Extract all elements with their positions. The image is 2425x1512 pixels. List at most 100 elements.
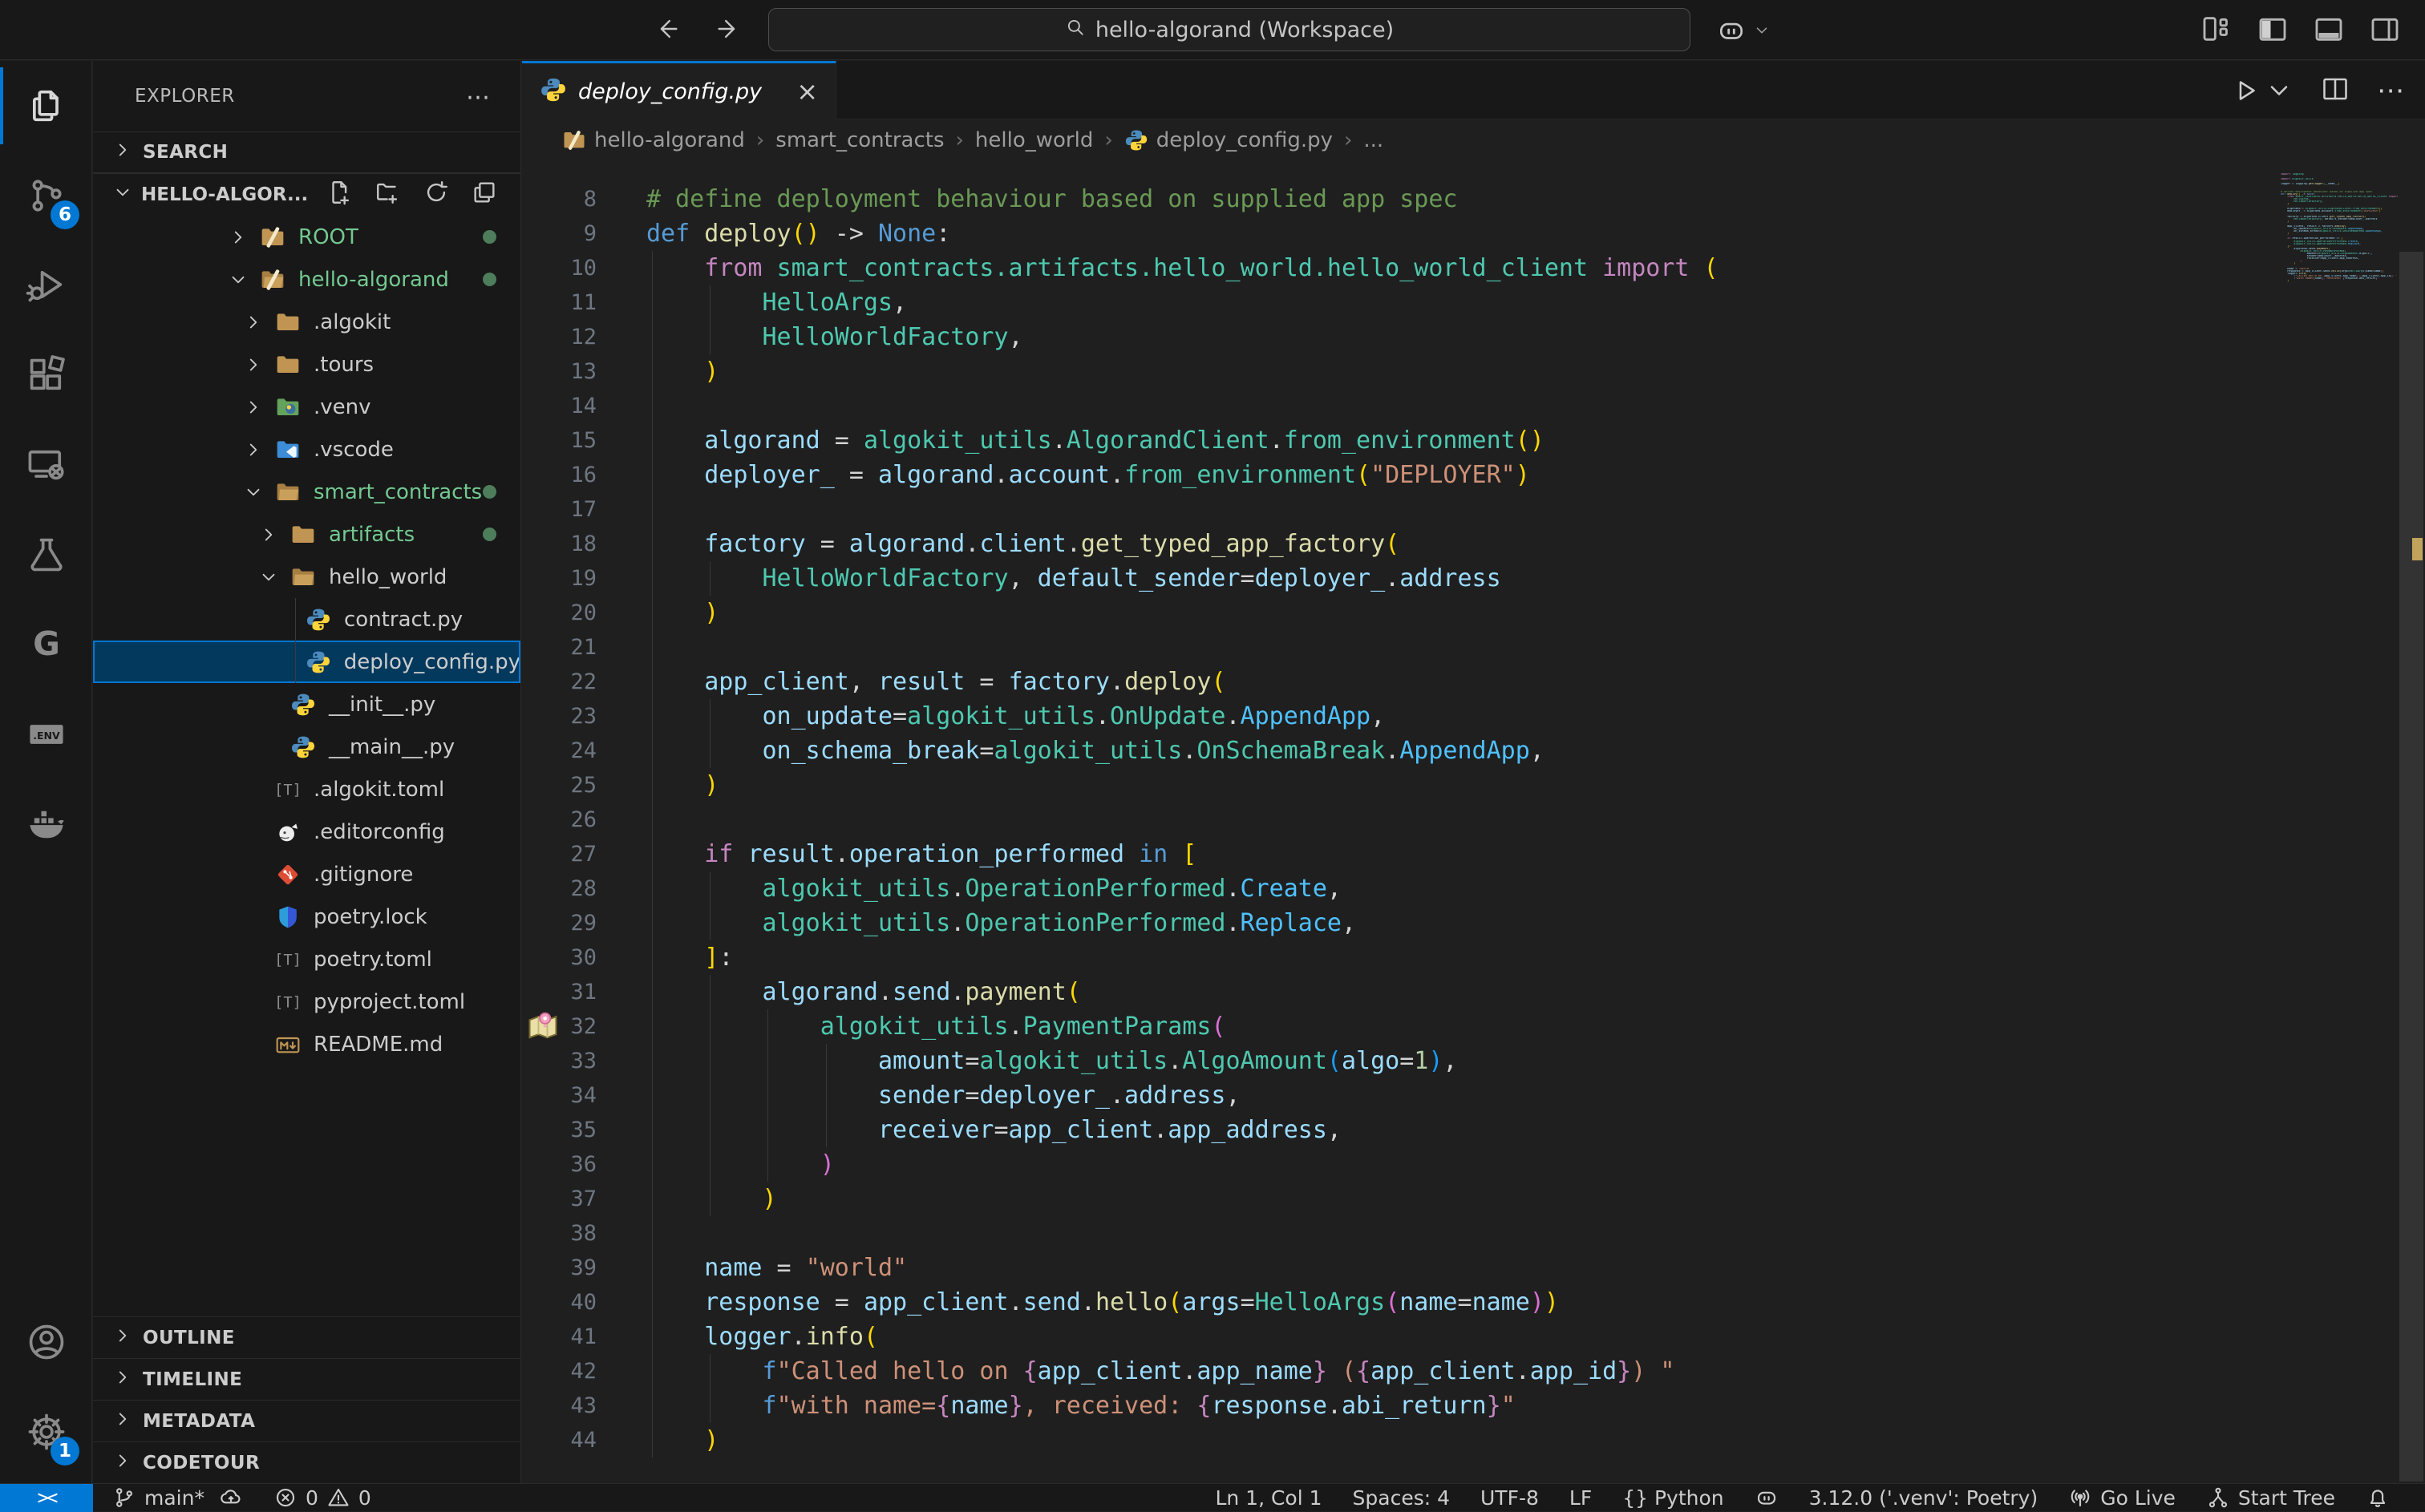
code-line-10[interactable]: 10 from smart_contracts.artifacts.hello_…	[522, 251, 2398, 285]
status-cursor-position[interactable]: Ln 1, Col 1	[1215, 1486, 1322, 1510]
code-line-36[interactable]: 36 )	[522, 1147, 2398, 1182]
activity-settings[interactable]: 1	[0, 1387, 92, 1477]
customize-layout-icon[interactable]	[2200, 13, 2233, 48]
code-line-31[interactable]: 31 algorand.send.payment(	[522, 975, 2398, 1009]
activity-gitlens[interactable]: G	[0, 600, 92, 689]
activity-dotenv[interactable]: .ENV	[0, 689, 92, 779]
tree-item-readme-md[interactable]: README.md	[93, 1023, 520, 1065]
status-notifications[interactable]	[2366, 1486, 2390, 1510]
code-line-16[interactable]: 16 deployer_ = algorand.account.from_env…	[522, 458, 2398, 492]
sidebar-section-codetour[interactable]: CODETOUR	[93, 1441, 520, 1483]
sidebar-section-search[interactable]: SEARCH	[93, 131, 520, 173]
code-line-37[interactable]: 37 )	[522, 1182, 2398, 1216]
status-python-interpreter[interactable]: 3.12.0 ('.venv': Poetry)	[1809, 1486, 2038, 1510]
status-start-tree[interactable]: Start Tree	[2206, 1486, 2335, 1510]
code-line-26[interactable]: 26	[522, 802, 2398, 837]
breadcrumb-item[interactable]: hello-algorand	[562, 128, 745, 152]
codetour-map-icon[interactable]	[525, 1009, 561, 1045]
remote-indicator[interactable]: ><	[0, 1484, 93, 1512]
code-line-34[interactable]: 34 sender=deployer_.address,	[522, 1078, 2398, 1113]
tree-item-root[interactable]: ROOT	[93, 216, 520, 258]
code-line-35[interactable]: 35 receiver=app_client.app_address,	[522, 1113, 2398, 1147]
refresh-icon[interactable]	[423, 179, 450, 211]
activity-run-and-debug[interactable]	[0, 241, 92, 330]
tree-item--gitignore[interactable]: .gitignore	[93, 853, 520, 895]
activity-testing[interactable]	[0, 510, 92, 600]
code-line-18[interactable]: 18 factory = algorand.client.get_typed_a…	[522, 527, 2398, 561]
code-line-39[interactable]: 39 name = "world"	[522, 1251, 2398, 1285]
close-tab-icon[interactable]: ×	[796, 76, 818, 107]
activity-source-control[interactable]: 6	[0, 151, 92, 241]
tree-item--algokit[interactable]: .algokit	[93, 301, 520, 343]
code-line-30[interactable]: 30 ]:	[522, 940, 2398, 975]
nav-back-icon[interactable]	[654, 15, 681, 46]
tree-item-hello-algorand[interactable]: hello-algorand	[93, 258, 520, 301]
tree-item-smart-contracts[interactable]: smart_contracts	[93, 471, 520, 513]
code-line-19[interactable]: 19 HelloWorldFactory, default_sender=dep…	[522, 561, 2398, 596]
tree-item-contract-py[interactable]: contract.py	[93, 598, 520, 641]
problems-status[interactable]: 0 0	[273, 1486, 371, 1510]
code-line-38[interactable]: 38	[522, 1216, 2398, 1251]
status-language-mode[interactable]: {} Python	[1622, 1486, 1723, 1510]
tree-item-deploy-config-py[interactable]: deploy_config.py	[93, 641, 520, 683]
tree-item--tours[interactable]: .tours	[93, 343, 520, 386]
activity-extensions[interactable]	[0, 330, 92, 420]
code-line-44[interactable]: 44 )	[522, 1423, 2398, 1457]
breadcrumb-item[interactable]: deploy_config.py	[1124, 128, 1333, 152]
git-branch-status[interactable]: main*	[112, 1486, 243, 1510]
code-line-40[interactable]: 40 response = app_client.send.hello(args…	[522, 1285, 2398, 1320]
code-line-22[interactable]: 22 app_client, result = factory.deploy(	[522, 665, 2398, 699]
code-line-15[interactable]: 15 algorand = algokit_utils.AlgorandClie…	[522, 423, 2398, 458]
breadcrumb-item[interactable]: smart_contracts	[775, 128, 944, 152]
tree-item--editorconfig[interactable]: .editorconfig	[93, 811, 520, 853]
tree-item-artifacts[interactable]: artifacts	[93, 513, 520, 556]
code-line-28[interactable]: 28 algokit_utils.OperationPerformed.Crea…	[522, 871, 2398, 906]
toggle-sidebar-icon[interactable]	[2257, 13, 2289, 48]
split-editor-icon[interactable]	[2321, 75, 2350, 107]
code-line-29[interactable]: 29 algokit_utils.OperationPerformed.Repl…	[522, 906, 2398, 940]
status-indentation[interactable]: Spaces: 4	[1353, 1486, 1450, 1510]
code-line-42[interactable]: 42 f"Called hello on {app_client.app_nam…	[522, 1354, 2398, 1389]
tree-item--main-py[interactable]: __main__.py	[93, 726, 520, 768]
collapse-all-icon[interactable]	[471, 179, 498, 211]
code-line-14[interactable]: 14	[522, 389, 2398, 423]
sidebar-section-outline[interactable]: OUTLINE	[93, 1316, 520, 1358]
code-line-11[interactable]: 11 HelloArgs,	[522, 285, 2398, 320]
tree-item--init-py[interactable]: __init__.py	[93, 683, 520, 726]
code-line-27[interactable]: 27 if result.operation_performed in [	[522, 837, 2398, 871]
sidebar-section-metadata[interactable]: METADATA	[93, 1400, 520, 1441]
code-line-9[interactable]: 9def deploy() -> None:	[522, 216, 2398, 251]
code-line-43[interactable]: 43 f"with name={name}, received: {respon…	[522, 1389, 2398, 1423]
sidebar-section-timeline[interactable]: TIMELINE	[93, 1358, 520, 1400]
status-encoding[interactable]: UTF-8	[1480, 1486, 1539, 1510]
new-file-icon[interactable]	[326, 179, 354, 211]
tree-item-hello-world[interactable]: hello_world	[93, 556, 520, 598]
scrollbar-thumb[interactable]	[2399, 252, 2423, 1482]
code-line-12[interactable]: 12 HelloWorldFactory,	[522, 320, 2398, 354]
activity-explorer[interactable]	[0, 61, 92, 151]
code-line-23[interactable]: 23 on_update=algokit_utils.OnUpdate.Appe…	[522, 699, 2398, 734]
tree-item-pyproject-toml[interactable]: [T]pyproject.toml	[93, 980, 520, 1023]
nav-forward-icon[interactable]	[715, 15, 742, 46]
editor-scrollbar[interactable]	[2398, 161, 2425, 1483]
breadcrumb-item[interactable]: hello_world	[975, 128, 1093, 152]
tree-item--vscode[interactable]: .vscode	[93, 428, 520, 471]
tab-deploy-config[interactable]: deploy_config.py ×	[522, 61, 836, 119]
status-copilot[interactable]	[1755, 1486, 1779, 1510]
code-line-33[interactable]: 33 amount=algokit_utils.AlgoAmount(algo=…	[522, 1044, 2398, 1078]
toggle-panel-icon[interactable]	[2313, 13, 2345, 48]
new-folder-icon[interactable]	[374, 179, 402, 211]
code-line-17[interactable]: 17	[522, 492, 2398, 527]
status-eol[interactable]: LF	[1569, 1486, 1592, 1510]
tree-item--venv[interactable]: .venv	[93, 386, 520, 428]
activity-docker[interactable]	[0, 779, 92, 869]
command-center[interactable]: hello-algorand (Workspace)	[768, 8, 1690, 51]
code-line-24[interactable]: 24 on_schema_break=algokit_utils.OnSchem…	[522, 734, 2398, 768]
code-line-8[interactable]: 8# define deployment behaviour based on …	[522, 182, 2398, 216]
code-editor[interactable]: 8# define deployment behaviour based on …	[522, 161, 2398, 1483]
run-python-file-icon[interactable]	[2231, 76, 2293, 105]
code-line-32[interactable]: 32 algokit_utils.PaymentParams(	[522, 1009, 2398, 1044]
tree-item--algokit-toml[interactable]: [T].algokit.toml	[93, 768, 520, 811]
editor-more-actions-icon[interactable]: ⋯	[2377, 75, 2404, 107]
code-line-21[interactable]: 21	[522, 630, 2398, 665]
